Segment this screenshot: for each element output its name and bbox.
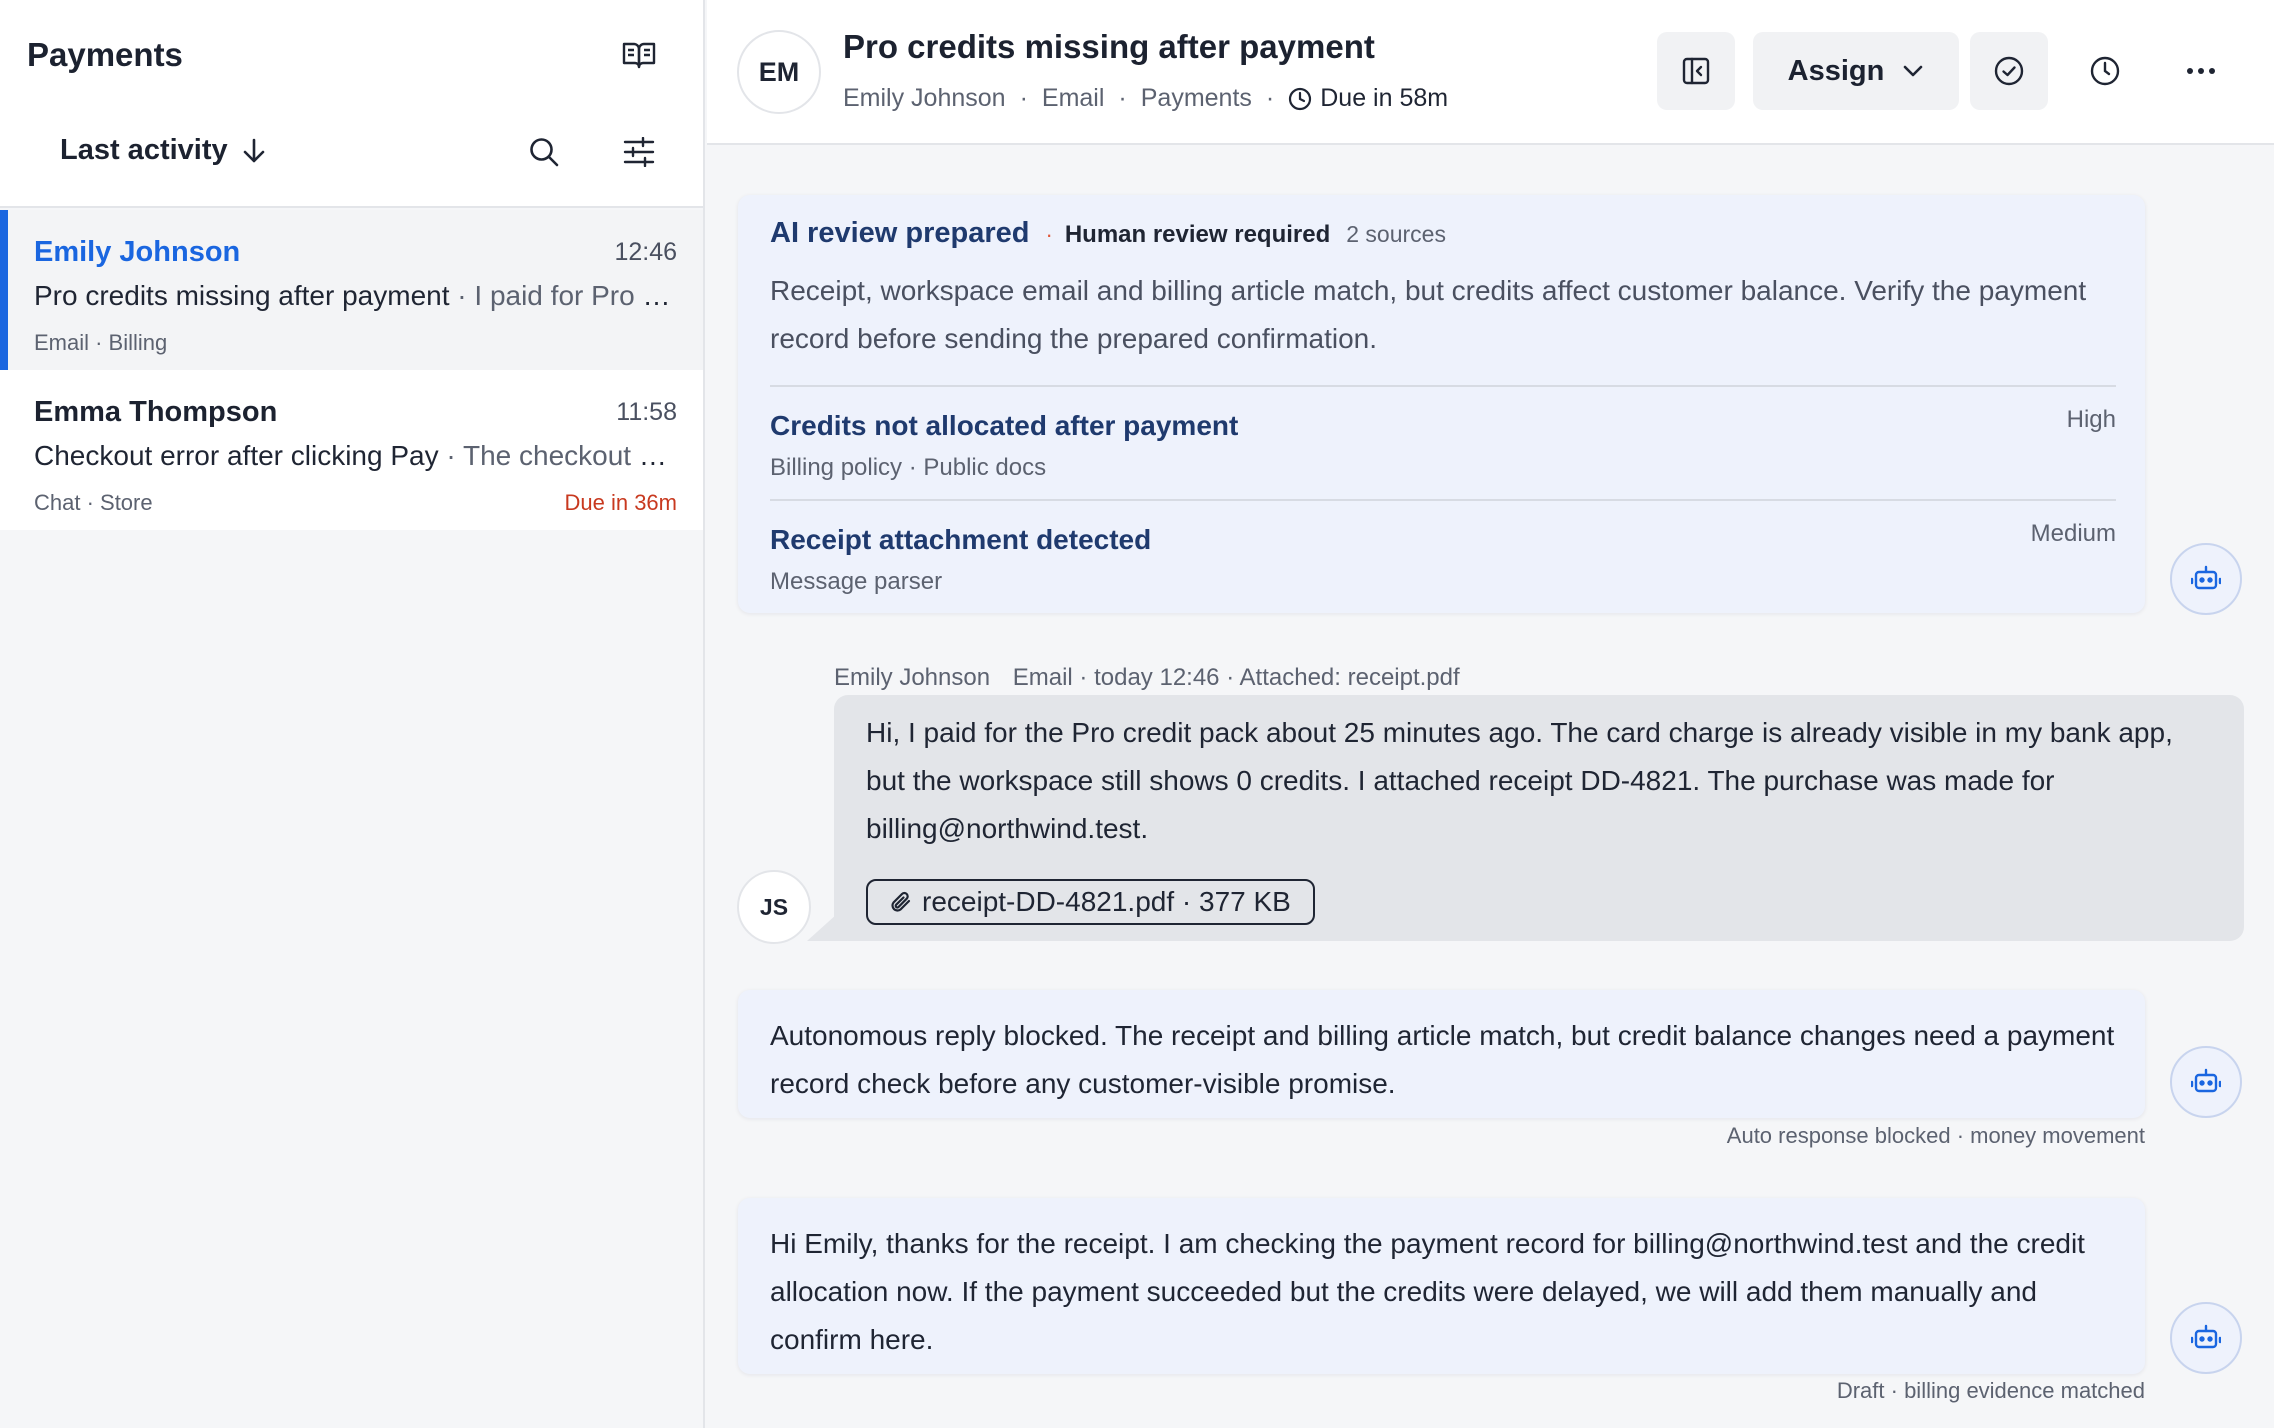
active-indicator [0,210,8,370]
conversation-preview: · I paid for Pro credits about 25 minute… [457,280,679,311]
paperclip-icon [890,890,912,914]
robot-icon [2191,1324,2221,1352]
more-options-button[interactable] [2162,32,2240,110]
draft-reply-body: Hi Emily, thanks for the receipt. I am c… [770,1228,2085,1355]
assign-label: Assign [1787,54,1885,87]
ai-review-header: AI review prepared · Human review requir… [770,217,1446,250]
ticket-header: EM Pro credits missing after payment Emi… [707,0,2274,145]
attachment-label: receipt-DD-4821.pdf · 377 KB [922,886,1291,917]
customer-message-body: Hi, I paid for the Pro credit pack about… [866,717,2173,844]
meta-separator: · [1118,84,1127,112]
ai-agent-button[interactable] [2170,1046,2242,1118]
draft-reply-card[interactable]: Hi Emily, thanks for the receipt. I am c… [738,1198,2145,1374]
ai-review-summary: Receipt, workspace email and billing art… [770,275,2087,354]
conversation-item[interactable]: Emma Thompson 11:58 Checkout error after… [0,370,703,530]
search-icon[interactable] [518,126,570,178]
robot-icon [2191,565,2221,593]
conversation-list-header: Payments Last activity [0,0,703,208]
status-dot: · [1045,222,1053,247]
divider [770,385,2116,387]
evidence-title: Receipt attachment detected [770,524,1152,555]
conversation-list-panel: Payments Last activity Emily Johnson 12:… [0,0,705,1428]
conversation-meta: Chat · Store [34,490,153,515]
arrow-down-icon [242,138,266,164]
draft-reply-footer: Draft · billing evidence matched [1836,1378,2145,1403]
meta-separator: · [1265,84,1275,112]
more-icon [2186,67,2216,75]
evidence-level: Medium [2030,520,2116,547]
ai-agent-button[interactable] [2170,543,2242,615]
conversation-name: Emily Johnson [34,236,241,268]
message-details: Email · today 12:46 · Attached: receipt.… [1012,664,1460,691]
ticket-panel: EM Pro credits missing after payment Emi… [707,0,2274,1428]
blocked-note-body: Autonomous reply blocked. The receipt an… [770,1020,2115,1099]
evidence-level: High [2066,406,2116,433]
ai-agent-button[interactable] [2170,1302,2242,1374]
conversation-summary: Pro credits missing after payment · I pa… [34,280,679,312]
attachment-chip[interactable]: receipt-DD-4821.pdf · 377 KB [866,879,1315,925]
inbox-title: Payments [27,36,183,73]
divider [770,499,2116,501]
ticket-title: Pro credits missing after payment [843,28,1375,65]
conversation-subject: Pro credits missing after payment [34,280,450,311]
resolve-button[interactable] [1970,32,2048,110]
evidence-source: Message parser [770,568,943,595]
conversation-meta: Email · Billing [34,330,168,355]
sidebar-toggle-button[interactable] [1657,32,1735,110]
customer-avatar: EM [737,30,821,114]
conversation-time: 11:58 [616,398,677,426]
message-meta: Emily Johnson Email · today 12:46 · Atta… [834,664,1460,692]
conversation-item[interactable]: Emily Johnson 12:46 Pro credits missing … [0,210,703,370]
check-circle-icon [1993,55,2025,87]
ai-review-card: AI review prepared · Human review requir… [738,195,2145,613]
clock-icon [1288,87,1312,111]
due-badge: Due in 36m [564,490,677,515]
sidebar-toggle-icon [1681,56,1711,86]
human-review-badge: Human review required [1064,221,1331,248]
filter-icon[interactable] [613,126,665,178]
sort-label: Last activity [60,134,228,166]
blocked-note-footer: Auto response blocked · money movement [1726,1123,2145,1148]
message-avatar: JS [737,870,811,944]
assign-button[interactable]: Assign [1753,32,1959,110]
ticket-queue: Payments [1140,84,1252,112]
ticket-channel: Email [1041,84,1105,112]
ticket-customer: Emily Johnson [843,84,1006,112]
conversation-preview: · The checkout page shows an error [446,440,679,471]
conversation-name: Emma Thompson [34,396,278,428]
meta-separator: · [1019,84,1028,112]
blocked-note-card: Autonomous reply blocked. The receipt an… [738,990,2145,1118]
evidence-item[interactable]: Receipt attachment detected Message pars… [770,520,2116,596]
sources-count[interactable]: 2 sources [1346,221,1446,248]
conversation-subject: Checkout error after clicking Pay [34,440,439,471]
evidence-source: Billing policy · Public docs [770,454,1047,481]
conversation-summary: Checkout error after clicking Pay · The … [34,440,679,472]
customer-message-bubble: Hi, I paid for the Pro credit pack about… [834,695,2244,941]
ticket-due: Due in 58m [1320,84,1449,112]
snooze-button[interactable] [2066,32,2144,110]
message-sender: Emily Johnson [834,664,991,691]
chevron-down-icon [1902,64,1924,78]
evidence-item[interactable]: Credits not allocated after payment Bill… [770,406,2116,482]
evidence-title: Credits not allocated after payment [770,410,1239,441]
book-icon[interactable] [613,29,665,81]
robot-icon [2191,1068,2221,1096]
sort-dropdown[interactable]: Last activity [60,134,266,167]
ai-review-title: AI review prepared [770,217,1030,249]
conversation-time: 12:46 [614,238,677,266]
clock-icon [2089,55,2121,87]
ticket-meta: Emily Johnson · Email · Payments · Due i… [843,84,1448,113]
